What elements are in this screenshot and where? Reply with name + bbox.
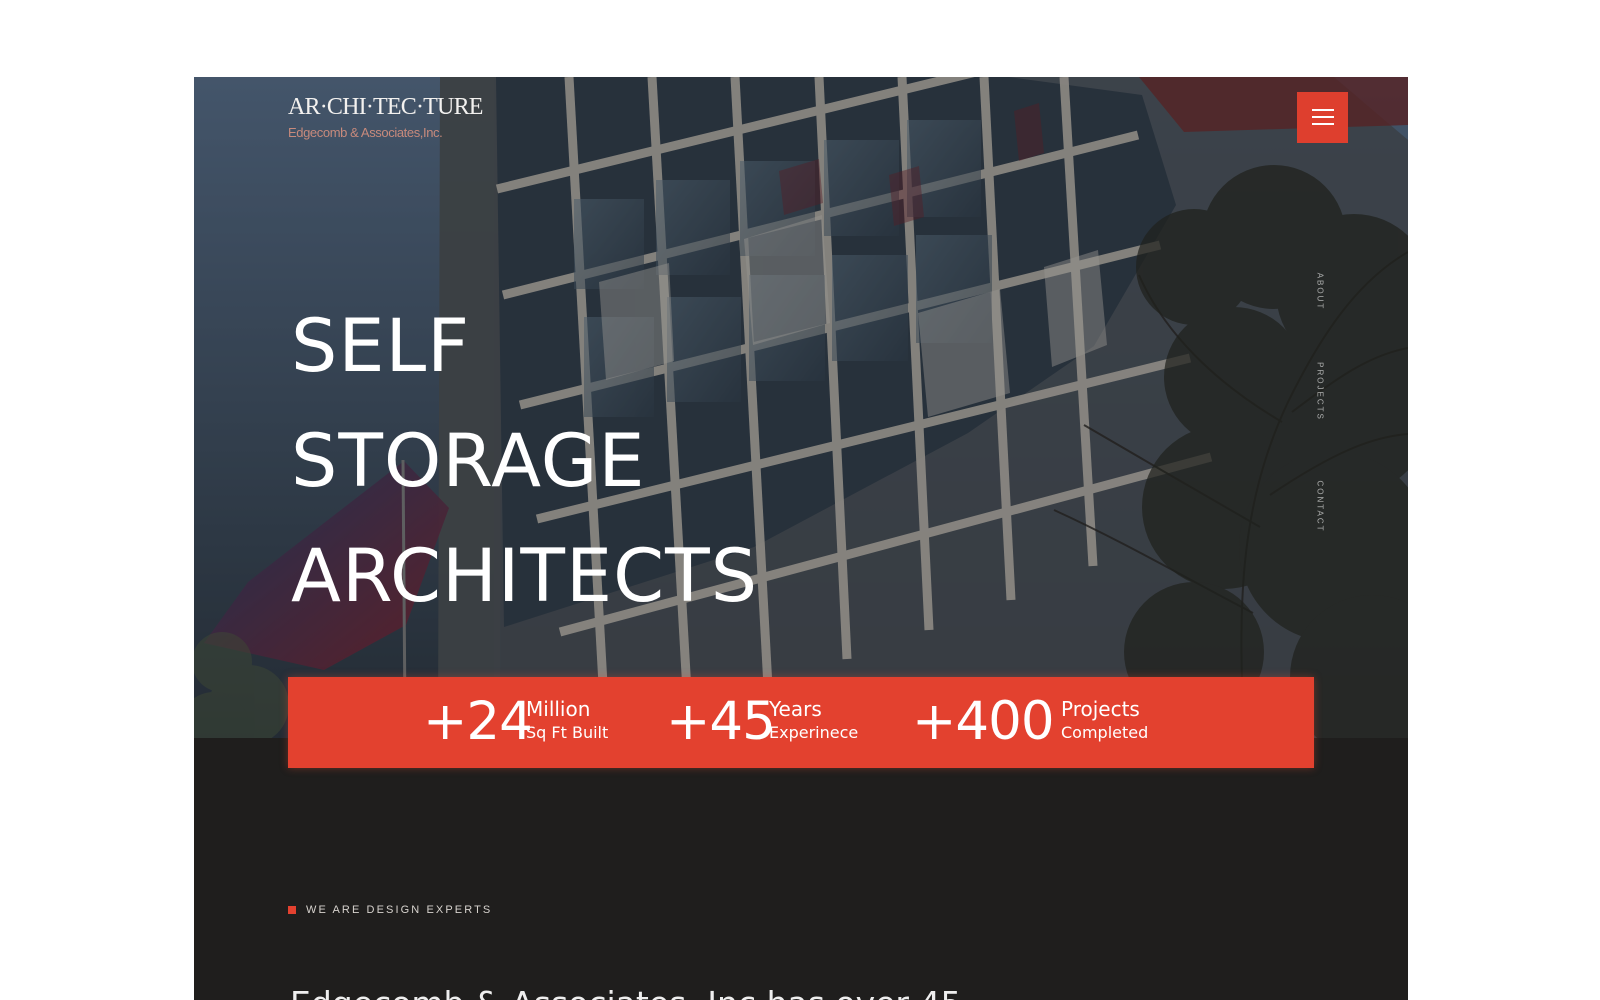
side-nav-contact-link[interactable]: CONTACT <box>1316 467 1325 547</box>
stat-label-bottom: Sq Ft Built <box>526 723 609 742</box>
logo-company-text: Edgecomb & Associates,Inc. <box>288 125 443 140</box>
stat-label-top: Million <box>526 697 591 721</box>
stat-label-top: Projects <box>1061 697 1140 721</box>
side-nav-projects-link[interactable]: PROJECTS <box>1316 352 1325 432</box>
hero-title-line-storage: STORAGE <box>291 418 646 504</box>
hamburger-menu-button[interactable] <box>1297 92 1348 143</box>
hero-title-line-self: SELF <box>291 303 471 389</box>
architecture-logo[interactable]: AR·CHI·TEC·TURE Edgecomb & Associates,In… <box>288 92 488 150</box>
stat-number: +24 <box>423 691 533 752</box>
stat-label-bottom: Experinece <box>769 723 859 742</box>
hero-section: AR·CHI·TEC·TURE Edgecomb & Associates,In… <box>194 77 1408 738</box>
hamburger-menu-icon <box>1312 116 1334 118</box>
stat-label-bottom: Completed <box>1061 723 1149 742</box>
stat-number: +45 <box>666 691 776 752</box>
red-square-icon <box>288 906 296 914</box>
vertical-side-navigation: ABOUT PROJECTS CONTACT <box>1304 265 1334 555</box>
stat-years-experience: +45 Years Experinece <box>666 694 886 750</box>
section-eyebrow: WE ARE DESIGN EXPERTS <box>288 904 492 916</box>
stat-label-top: Years <box>769 697 822 721</box>
stat-projects-completed: +400 Projects Completed <box>912 694 1170 750</box>
hamburger-menu-icon <box>1312 109 1334 111</box>
eyebrow-text: WE ARE DESIGN EXPERTS <box>306 904 493 916</box>
side-nav-about-link[interactable]: ABOUT <box>1316 252 1325 332</box>
hamburger-menu-icon <box>1312 123 1334 125</box>
intro-paragraph: Edgecomb & Associates, Inc has over 45 <box>290 984 1240 1000</box>
website-page-frame: AR·CHI·TEC·TURE Edgecomb & Associates,In… <box>194 77 1408 1000</box>
hero-title: SELF STORAGE ARCHITECTS <box>291 289 758 634</box>
stat-number: +400 <box>912 691 1055 752</box>
logo-main-text: AR·CHI·TEC·TURE <box>288 94 483 120</box>
stats-bar: +24 Million Sq Ft Built +45 Years Experi… <box>288 677 1314 768</box>
stat-square-feet: +24 Million Sq Ft Built <box>423 694 631 750</box>
hero-title-line-architects: ARCHITECTS <box>291 533 759 619</box>
